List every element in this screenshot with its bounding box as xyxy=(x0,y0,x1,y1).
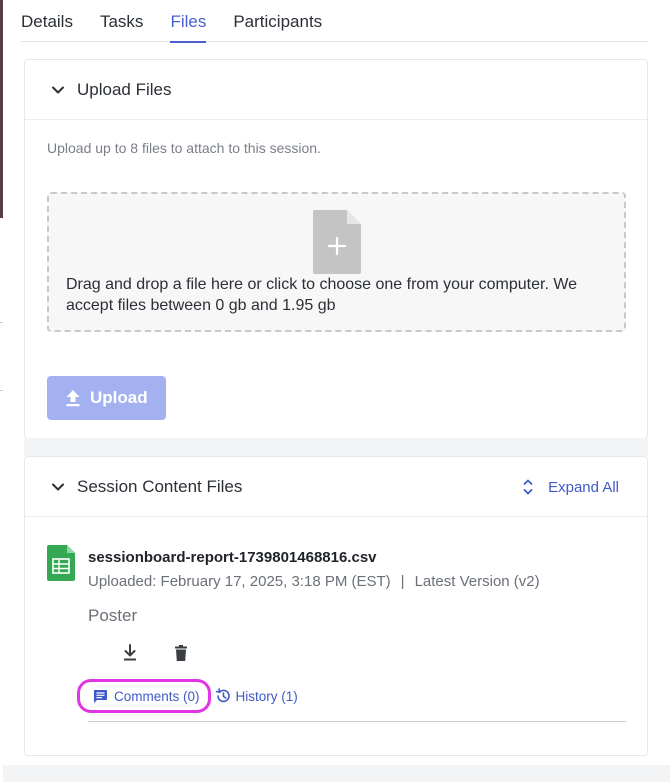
tab-tasks[interactable]: Tasks xyxy=(100,0,143,42)
upload-icon xyxy=(66,390,80,407)
file-meta: Uploaded: February 17, 2025, 3:18 PM (ES… xyxy=(88,573,540,590)
chevron-down-icon[interactable] xyxy=(51,83,65,97)
spreadsheet-icon xyxy=(47,545,75,581)
expand-all-button[interactable]: Expand All xyxy=(523,457,619,517)
session-files-title: Session Content Files xyxy=(77,476,243,496)
tab-participants[interactable]: Participants xyxy=(233,0,322,42)
file-name[interactable]: sessionboard-report-1739801468816.csv xyxy=(88,549,377,566)
download-icon[interactable] xyxy=(120,643,140,663)
tab-bar: Details Tasks Files Participants xyxy=(21,0,648,43)
history-button[interactable]: History (1) xyxy=(215,688,298,704)
file-dropzone[interactable]: Drag and drop a file here or click to ch… xyxy=(47,192,626,332)
trash-icon[interactable] xyxy=(171,643,191,663)
upload-button[interactable]: Upload xyxy=(47,376,166,420)
file-divider xyxy=(88,721,626,722)
comments-label: Comments (0) xyxy=(114,688,200,704)
file-version: Latest Version (v2) xyxy=(414,573,540,590)
meta-separator: | xyxy=(400,573,405,590)
comments-button[interactable]: Comments (0) xyxy=(77,679,211,713)
tab-files[interactable]: Files xyxy=(170,0,206,43)
history-label: History (1) xyxy=(235,688,298,704)
expand-collapse-icon xyxy=(523,479,533,495)
upload-help-text: Upload up to 8 files to attach to this s… xyxy=(47,140,321,156)
comment-icon xyxy=(93,690,107,703)
file-description: Poster xyxy=(88,606,138,625)
file-uploaded-date: Uploaded: February 17, 2025, 3:18 PM (ES… xyxy=(88,573,391,590)
file-plus-icon xyxy=(313,210,361,274)
upload-files-card: Upload Files Upload up to 8 files to att… xyxy=(24,59,648,439)
session-content-files-card: Session Content Files Expand All session… xyxy=(24,456,648,756)
chevron-down-icon[interactable] xyxy=(51,480,65,494)
tab-details[interactable]: Details xyxy=(21,0,73,42)
expand-all-label: Expand All xyxy=(548,478,619,496)
session-files-header[interactable]: Session Content Files Expand All xyxy=(25,457,647,517)
history-icon xyxy=(215,688,230,703)
upload-button-label: Upload xyxy=(90,388,148,407)
dropzone-text: Drag and drop a file here or click to ch… xyxy=(66,276,578,314)
upload-files-title: Upload Files xyxy=(77,79,172,99)
file-links: Comments (0) History (1) xyxy=(77,679,298,713)
upload-files-header[interactable]: Upload Files xyxy=(25,60,647,120)
